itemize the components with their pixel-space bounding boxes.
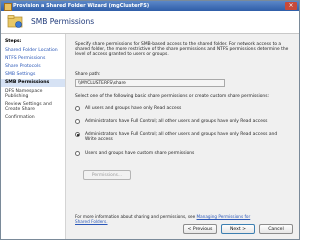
option-label: Administrators have Full Control; all ot… [85, 119, 268, 124]
steps-list: Shared Folder Location NTFS Permissions … [1, 46, 65, 122]
page-title: SMB Permissions [31, 17, 95, 26]
previous-button[interactable]: < Previous [183, 224, 217, 234]
window-title: Provision a Shared Folder Wizard (mgClus… [13, 3, 150, 9]
main-panel: Specify share permissions for SMB-based … [67, 34, 299, 239]
step-share-protocols[interactable]: Share Protocols [1, 62, 65, 70]
step-smb-settings[interactable]: SMB Settings [1, 71, 65, 79]
shared-folder-icon [7, 15, 23, 28]
share-path-field[interactable]: \\MYCLUSTERFS\share [75, 79, 225, 87]
share-path-label: Share path: [75, 72, 101, 77]
step-ntfs-permissions[interactable]: NTFS Permissions [1, 54, 65, 62]
page-header: SMB Permissions [1, 11, 299, 34]
option-label: Administrators have Full Control; all ot… [85, 132, 278, 143]
step-smb-permissions[interactable]: SMB Permissions [1, 78, 65, 87]
steps-sidebar: Steps: Shared Folder Location NTFS Permi… [1, 34, 66, 239]
next-button[interactable]: Next > [221, 224, 255, 234]
select-permissions-text: Select one of the following basic share … [75, 94, 269, 99]
wizard-buttons: < Previous Next > Cancel [1, 223, 299, 237]
step-shared-folder-location[interactable]: Shared Folder Location [1, 46, 65, 54]
cancel-button[interactable]: Cancel [259, 224, 293, 234]
radio-admin-full-read-write[interactable] [75, 132, 80, 137]
step-confirmation: Confirmation [5, 114, 35, 120]
step-dfs-namespace-publishing: DFS Namespace Publishing [5, 88, 43, 99]
steps-label: Steps: [5, 39, 22, 44]
radio-admin-full-read[interactable] [75, 119, 80, 124]
close-icon[interactable]: × [285, 2, 297, 10]
intro-text: Specify share permissions for SMB-based … [75, 42, 289, 58]
permissions-button[interactable]: Permissions... [83, 170, 131, 180]
option-label: All users and groups have only Read acce… [85, 106, 182, 111]
step-review-settings: Review Settings and Create Share [5, 101, 52, 112]
radio-custom[interactable] [75, 151, 80, 156]
option-label: Users and groups have custom share permi… [85, 151, 195, 156]
app-icon [4, 3, 12, 11]
radio-read-only[interactable] [75, 106, 80, 111]
wizard-window: Provision a Shared Folder Wizard (mgClus… [0, 0, 300, 240]
title-bar: Provision a Shared Folder Wizard (mgClus… [1, 1, 299, 11]
